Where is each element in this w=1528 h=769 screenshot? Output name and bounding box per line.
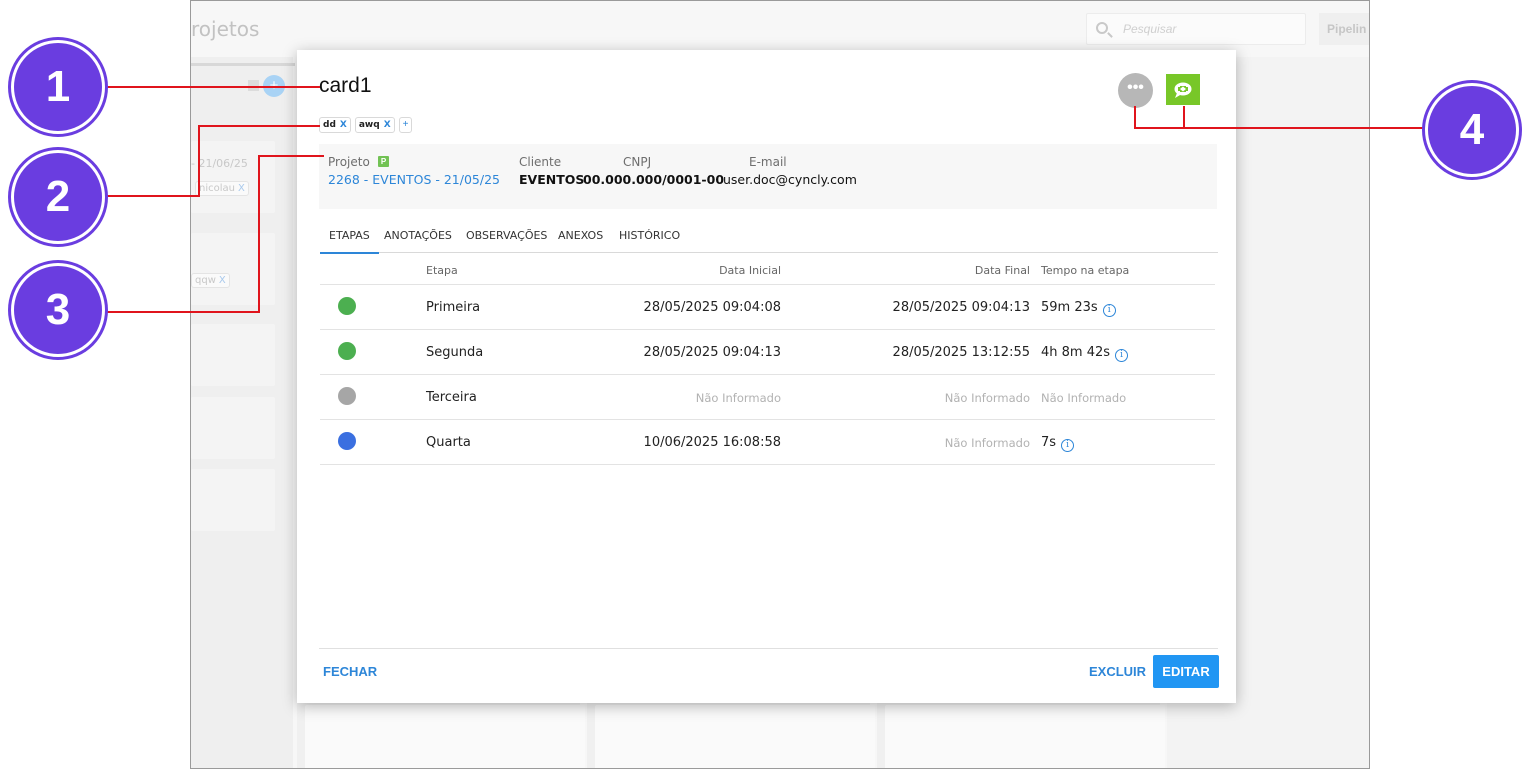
- table-header: Etapa Data Inicial Data Final Tempo na e…: [320, 255, 1215, 285]
- kanban-card: [305, 705, 585, 768]
- callout-1-line: [105, 86, 320, 88]
- info-icon[interactable]: i: [1061, 439, 1075, 452]
- data-final: 28/05/2025 09:04:13: [892, 300, 1030, 315]
- table-row[interactable]: Terceira Não Informado Não Informado Não…: [320, 375, 1215, 420]
- tag-list: dd X awq X +: [319, 117, 413, 133]
- etapa-name: Quarta: [426, 435, 471, 450]
- etapa-name: Segunda: [426, 345, 484, 360]
- column-header-data-final: Data Final: [974, 264, 1030, 277]
- tempo-value: Não Informado: [1041, 391, 1127, 405]
- column-header-bar: [191, 63, 295, 66]
- callout-3-line: [105, 311, 260, 313]
- kanban-card[interactable]: [191, 397, 275, 459]
- screenshot-stage: rojetos Pesquisar Pipelin + - 21/06/25 n…: [0, 0, 1528, 769]
- card-title: card1: [319, 74, 372, 97]
- more-options-button[interactable]: •••: [1118, 73, 1153, 108]
- kanban-card[interactable]: [191, 233, 275, 305]
- kanban-card[interactable]: [191, 469, 275, 531]
- pipeline-button[interactable]: Pipelin: [1319, 13, 1369, 45]
- callout-3: 3: [11, 263, 105, 357]
- column-header-etapa: Etapa: [426, 264, 458, 277]
- callout-4-line: [1134, 127, 1426, 129]
- chat-button[interactable]: [1166, 74, 1200, 105]
- status-dot: [338, 342, 356, 360]
- tab-observacoes[interactable]: OBSERVAÇÕES: [466, 223, 547, 253]
- projeto-link[interactable]: 2268 - EVENTOS - 21/05/25: [328, 172, 500, 187]
- remove-tag-icon[interactable]: X: [340, 120, 347, 130]
- projeto-label: Projeto: [328, 155, 370, 169]
- project-info-panel: Projeto P 2268 - EVENTOS - 21/05/25 Clie…: [319, 144, 1217, 209]
- etapa-name: Terceira: [426, 390, 477, 405]
- projeto-badge: P: [378, 156, 389, 167]
- callout-2-line: [198, 125, 320, 127]
- card-detail-modal: card1 dd X awq X + ••• Projeto P 2268 - EV…: [297, 50, 1236, 703]
- info-icon[interactable]: i: [1102, 304, 1116, 317]
- table-row[interactable]: Primeira 28/05/2025 09:04:08 28/05/2025 …: [320, 285, 1215, 330]
- callout-2-line: [198, 125, 200, 197]
- tempo-value: 7s: [1041, 435, 1057, 450]
- status-dot: [338, 297, 356, 315]
- card-tag: nicolau X: [195, 181, 249, 196]
- email-label: E-mail: [749, 155, 787, 169]
- kanban-card[interactable]: [191, 141, 275, 213]
- callout-2-line: [105, 195, 200, 197]
- tag-chip[interactable]: dd X: [319, 117, 351, 133]
- callout-4-line: [1183, 106, 1185, 128]
- add-tag-button[interactable]: +: [398, 117, 413, 133]
- table-row[interactable]: Quarta 10/06/2025 16:08:58 Não Informado…: [320, 420, 1215, 465]
- tab-bar: ETAPAS ANOTAÇÕES OBSERVAÇÕES ANEXOS HIST…: [320, 223, 1218, 254]
- data-final: Não Informado: [944, 391, 1030, 405]
- data-inicial: 28/05/2025 09:04:13: [643, 345, 781, 360]
- remove-tag-icon[interactable]: X: [384, 120, 391, 130]
- email-value: user.doc@cyncly.com: [723, 172, 857, 187]
- status-dot: [338, 432, 356, 450]
- table-row[interactable]: Segunda 28/05/2025 09:04:13 28/05/2025 1…: [320, 330, 1215, 375]
- data-final: Não Informado: [944, 436, 1030, 450]
- info-icon[interactable]: i: [1115, 349, 1129, 362]
- callout-2: 2: [11, 150, 105, 244]
- tab-anexos[interactable]: ANEXOS: [558, 223, 603, 253]
- tempo-cell: 7s i: [1041, 435, 1075, 452]
- search-placeholder: Pesquisar: [1123, 22, 1177, 36]
- callout-3-line: [258, 155, 324, 157]
- column-header-data-inicial: Data Inicial: [719, 264, 781, 277]
- kanban-card[interactable]: [191, 324, 275, 386]
- callout-3-line: [258, 155, 260, 313]
- fechar-button[interactable]: FECHAR: [323, 662, 377, 681]
- editar-button[interactable]: EDITAR: [1153, 655, 1219, 688]
- search-icon: [1096, 22, 1108, 34]
- card-tag: qqw X: [191, 273, 230, 288]
- data-final: 28/05/2025 13:12:55: [892, 345, 1030, 360]
- excluir-button[interactable]: EXCLUIR: [1089, 662, 1146, 681]
- kanban-card: [885, 705, 1165, 768]
- app-title: rojetos: [191, 17, 260, 41]
- etapas-table: Etapa Data Inicial Data Final Tempo na e…: [320, 255, 1215, 465]
- tab-anotacoes[interactable]: ANOTAÇÕES: [384, 223, 452, 253]
- column-header-tempo: Tempo na etapa: [1041, 264, 1130, 277]
- tempo-value: 59m 23s: [1041, 300, 1098, 315]
- tempo-cell: 4h 8m 42s i: [1041, 345, 1129, 362]
- tempo-cell: 59m 23s i: [1041, 300, 1116, 317]
- cnpj-label: CNPJ: [623, 155, 652, 169]
- data-inicial: 28/05/2025 09:04:08: [643, 300, 781, 315]
- tempo-value: 4h 8m 42s: [1041, 345, 1111, 360]
- cliente-value: EVENTOS: [519, 172, 585, 187]
- cliente-label: Cliente: [519, 155, 562, 169]
- etapa-name: Primeira: [426, 300, 481, 315]
- status-dot: [338, 387, 356, 405]
- footer-divider: [319, 648, 1218, 649]
- callout-1: 1: [11, 40, 105, 134]
- tab-historico[interactable]: HISTÓRICO: [619, 223, 680, 253]
- callout-4: 4: [1425, 83, 1519, 177]
- cnpj-value: 00.000.000/0001-00: [583, 172, 725, 187]
- kanban-card: [595, 705, 875, 768]
- tag-chip[interactable]: awq X: [354, 117, 395, 133]
- data-inicial: Não Informado: [695, 391, 781, 405]
- data-inicial: 10/06/2025 16:08:58: [643, 435, 781, 450]
- chat-icon: [1174, 82, 1192, 98]
- search-input[interactable]: Pesquisar: [1086, 13, 1306, 45]
- tab-etapas[interactable]: ETAPAS: [320, 223, 379, 254]
- callout-4-line: [1134, 106, 1136, 128]
